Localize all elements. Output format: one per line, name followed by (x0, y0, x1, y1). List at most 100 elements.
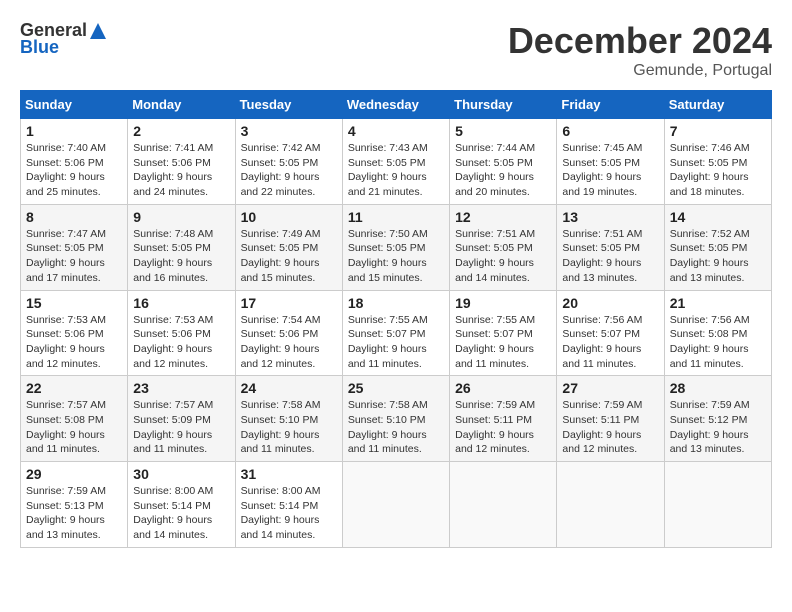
day-number: 27 (562, 380, 658, 396)
day-number: 25 (348, 380, 444, 396)
day-info: Sunrise: 7:58 AMSunset: 5:10 PMDaylight:… (348, 398, 444, 457)
calendar-cell: 29Sunrise: 7:59 AMSunset: 5:13 PMDayligh… (21, 462, 128, 548)
day-number: 18 (348, 295, 444, 311)
calendar-cell (664, 462, 771, 548)
day-info: Sunrise: 7:44 AMSunset: 5:05 PMDaylight:… (455, 141, 551, 200)
calendar-cell: 3Sunrise: 7:42 AMSunset: 5:05 PMDaylight… (235, 119, 342, 205)
day-number: 23 (133, 380, 229, 396)
day-number: 22 (26, 380, 122, 396)
day-number: 4 (348, 123, 444, 139)
day-info: Sunrise: 7:59 AMSunset: 5:11 PMDaylight:… (562, 398, 658, 457)
weekday-monday: Monday (128, 91, 235, 119)
day-number: 24 (241, 380, 337, 396)
day-info: Sunrise: 7:46 AMSunset: 5:05 PMDaylight:… (670, 141, 766, 200)
calendar-cell: 26 Sunrise: 7:59 AMSunset: 5:11 PMDayligh… (450, 376, 557, 462)
day-info: Sunrise: 7:41 AMSunset: 5:06 PMDaylight:… (133, 141, 229, 200)
day-info: Sunrise: 7:59 AMSunset: 5:11 PMDaylight:… (455, 398, 551, 457)
day-info: Sunrise: 7:51 AMSunset: 5:05 PMDaylight:… (562, 227, 658, 286)
calendar-cell: 14 Sunrise: 7:52 AMSunset: 5:05 PMDayligh… (664, 204, 771, 290)
day-info: Sunrise: 7:47 AMSunset: 5:05 PMDaylight:… (26, 227, 122, 286)
weekday-friday: Friday (557, 91, 664, 119)
day-info: Sunrise: 7:54 AMSunset: 5:06 PMDaylight:… (241, 313, 337, 372)
day-info: Sunrise: 7:59 AMSunset: 5:12 PMDaylight:… (670, 398, 766, 457)
calendar-cell: 20 Sunrise: 7:56 AMSunset: 5:07 PMDayligh… (557, 290, 664, 376)
calendar-cell: 16Sunrise: 7:53 AMSunset: 5:06 PMDayligh… (128, 290, 235, 376)
day-number: 31 (241, 466, 337, 482)
calendar-cell: 18 Sunrise: 7:55 AMSunset: 5:07 PMDayligh… (342, 290, 449, 376)
day-number: 19 (455, 295, 551, 311)
day-info: Sunrise: 7:48 AMSunset: 5:05 PMDaylight:… (133, 227, 229, 286)
day-number: 9 (133, 209, 229, 225)
location-subtitle: Gemunde, Portugal (508, 62, 772, 80)
calendar-cell: 17Sunrise: 7:54 AMSunset: 5:06 PMDayligh… (235, 290, 342, 376)
day-info: Sunrise: 7:55 AMSunset: 5:07 PMDaylight:… (348, 313, 444, 372)
week-row-2: 8 Sunrise: 7:47 AMSunset: 5:05 PMDaylight… (21, 204, 772, 290)
calendar-table: SundayMondayTuesdayWednesdayThursdayFrid… (20, 90, 772, 548)
day-number: 8 (26, 209, 122, 225)
day-info: Sunrise: 7:53 AMSunset: 5:06 PMDaylight:… (133, 313, 229, 372)
calendar-cell (557, 462, 664, 548)
day-info: Sunrise: 7:56 AMSunset: 5:08 PMDaylight:… (670, 313, 766, 372)
calendar-cell: 23Sunrise: 7:57 AMSunset: 5:09 PMDayligh… (128, 376, 235, 462)
day-info: Sunrise: 7:55 AMSunset: 5:07 PMDaylight:… (455, 313, 551, 372)
day-info: Sunrise: 7:51 AMSunset: 5:05 PMDaylight:… (455, 227, 551, 286)
calendar-cell: 22 Sunrise: 7:57 AMSunset: 5:08 PMDayligh… (21, 376, 128, 462)
calendar-cell: 21Sunrise: 7:56 AMSunset: 5:08 PMDayligh… (664, 290, 771, 376)
day-number: 7 (670, 123, 766, 139)
day-number: 11 (348, 209, 444, 225)
calendar-cell: 5 Sunrise: 7:44 AMSunset: 5:05 PMDaylight… (450, 119, 557, 205)
calendar-cell: 6Sunrise: 7:45 AMSunset: 5:05 PMDaylight… (557, 119, 664, 205)
calendar-cell: 4 Sunrise: 7:43 AMSunset: 5:05 PMDaylight… (342, 119, 449, 205)
logo-blue-text: Blue (20, 37, 59, 58)
day-info: Sunrise: 7:58 AMSunset: 5:10 PMDaylight:… (241, 398, 337, 457)
day-info: Sunrise: 7:53 AMSunset: 5:06 PMDaylight:… (26, 313, 122, 372)
day-info: Sunrise: 7:59 AMSunset: 5:13 PMDaylight:… (26, 484, 122, 543)
calendar-cell: 7 Sunrise: 7:46 AMSunset: 5:05 PMDaylight… (664, 119, 771, 205)
title-area: December 2024 Gemunde, Portugal (508, 20, 772, 80)
day-number: 13 (562, 209, 658, 225)
day-number: 20 (562, 295, 658, 311)
day-info: Sunrise: 8:00 AMSunset: 5:14 PMDaylight:… (241, 484, 337, 543)
day-number: 12 (455, 209, 551, 225)
calendar-cell: 9 Sunrise: 7:48 AMSunset: 5:05 PMDaylight… (128, 204, 235, 290)
logo-icon (88, 21, 108, 41)
day-info: Sunrise: 7:43 AMSunset: 5:05 PMDaylight:… (348, 141, 444, 200)
day-number: 26 (455, 380, 551, 396)
calendar-cell: 15 Sunrise: 7:53 AMSunset: 5:06 PMDayligh… (21, 290, 128, 376)
day-number: 10 (241, 209, 337, 225)
day-number: 5 (455, 123, 551, 139)
weekday-thursday: Thursday (450, 91, 557, 119)
day-number: 28 (670, 380, 766, 396)
calendar-cell: 30 Sunrise: 8:00 AMSunset: 5:14 PMDayligh… (128, 462, 235, 548)
day-info: Sunrise: 7:56 AMSunset: 5:07 PMDaylight:… (562, 313, 658, 372)
calendar-cell: 13 Sunrise: 7:51 AMSunset: 5:05 PMDayligh… (557, 204, 664, 290)
calendar-cell: 25 Sunrise: 7:58 AMSunset: 5:10 PMDayligh… (342, 376, 449, 462)
day-info: Sunrise: 8:00 AMSunset: 5:14 PMDaylight:… (133, 484, 229, 543)
day-info: Sunrise: 7:50 AMSunset: 5:05 PMDaylight:… (348, 227, 444, 286)
week-row-3: 15 Sunrise: 7:53 AMSunset: 5:06 PMDayligh… (21, 290, 772, 376)
calendar-body: 1 Sunrise: 7:40 AMSunset: 5:06 PMDaylight… (21, 119, 772, 548)
header: General Blue December 2024 Gemunde, Port… (20, 20, 772, 80)
day-number: 14 (670, 209, 766, 225)
day-number: 2 (133, 123, 229, 139)
calendar-cell: 12 Sunrise: 7:51 AMSunset: 5:05 PMDayligh… (450, 204, 557, 290)
week-row-5: 29Sunrise: 7:59 AMSunset: 5:13 PMDayligh… (21, 462, 772, 548)
month-year-title: December 2024 (508, 20, 772, 62)
weekday-header-row: SundayMondayTuesdayWednesdayThursdayFrid… (21, 91, 772, 119)
logo: General Blue (20, 20, 109, 58)
day-info: Sunrise: 7:45 AMSunset: 5:05 PMDaylight:… (562, 141, 658, 200)
calendar-cell: 31 Sunrise: 8:00 AMSunset: 5:14 PMDayligh… (235, 462, 342, 548)
day-info: Sunrise: 7:57 AMSunset: 5:08 PMDaylight:… (26, 398, 122, 457)
day-number: 1 (26, 123, 122, 139)
day-info: Sunrise: 7:52 AMSunset: 5:05 PMDaylight:… (670, 227, 766, 286)
week-row-4: 22 Sunrise: 7:57 AMSunset: 5:08 PMDayligh… (21, 376, 772, 462)
day-info: Sunrise: 7:40 AMSunset: 5:06 PMDaylight:… (26, 141, 122, 200)
day-number: 15 (26, 295, 122, 311)
week-row-1: 1 Sunrise: 7:40 AMSunset: 5:06 PMDaylight… (21, 119, 772, 205)
day-number: 30 (133, 466, 229, 482)
calendar-cell: 10Sunrise: 7:49 AMSunset: 5:05 PMDayligh… (235, 204, 342, 290)
calendar-cell: 2 Sunrise: 7:41 AMSunset: 5:06 PMDaylight… (128, 119, 235, 205)
calendar-cell: 19 Sunrise: 7:55 AMSunset: 5:07 PMDayligh… (450, 290, 557, 376)
calendar-cell: 27 Sunrise: 7:59 AMSunset: 5:11 PMDayligh… (557, 376, 664, 462)
calendar-cell: 24 Sunrise: 7:58 AMSunset: 5:10 PMDayligh… (235, 376, 342, 462)
